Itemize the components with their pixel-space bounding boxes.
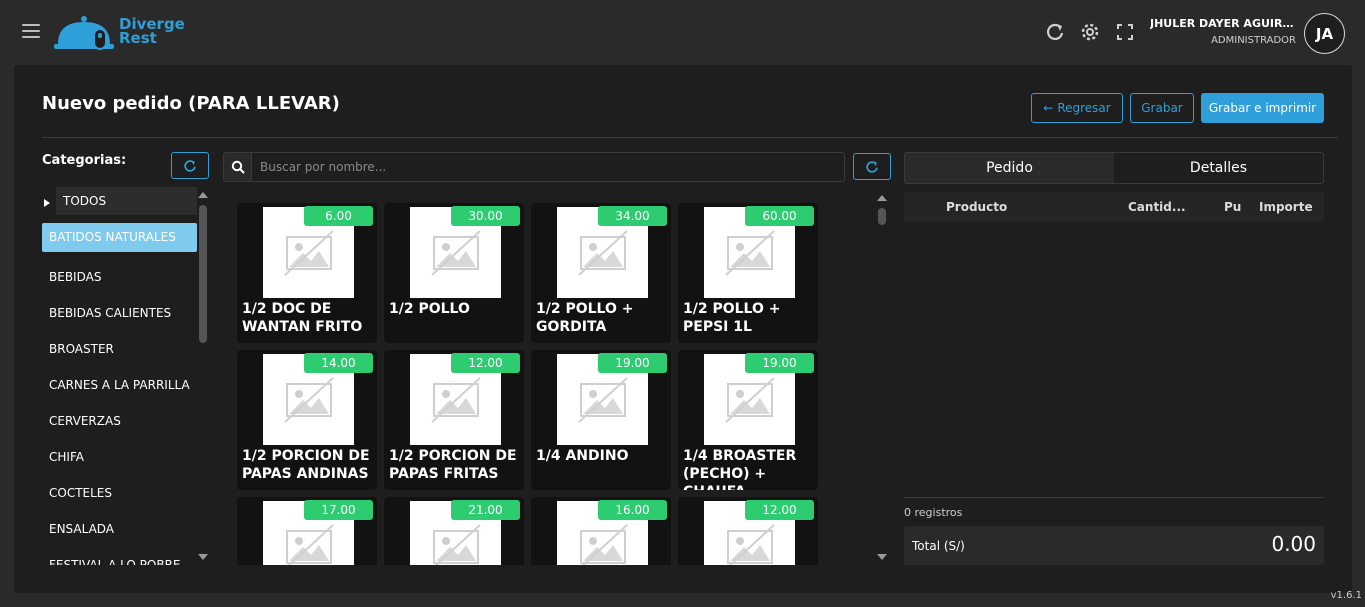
refresh-icon <box>866 160 878 173</box>
column-header[interactable]: Importe <box>1259 200 1313 214</box>
search-input[interactable] <box>252 160 832 174</box>
fullscreen-icon[interactable] <box>1115 22 1135 42</box>
cloche-logo-icon <box>54 16 114 50</box>
product-card[interactable]: 12.00 <box>678 497 818 565</box>
scroll-up-icon[interactable] <box>198 192 208 198</box>
tab-details[interactable]: Detalles <box>1114 153 1323 183</box>
total-bar: Total (S/) 0.00 <box>904 526 1324 565</box>
price-badge: 19.00 <box>598 353 667 373</box>
save-print-button[interactable]: Grabar e imprimir <box>1201 93 1324 123</box>
product-name: 1/2 POLLO + PEPSI 1L <box>683 301 781 335</box>
product-name: 1/2 POLLO + GORDITA <box>536 301 634 335</box>
price-badge: 21.00 <box>451 500 520 520</box>
product-card[interactable]: 6.00 1/2 DOC DE WANTAN FRITO <box>237 203 377 343</box>
category-item[interactable]: TODOS <box>56 187 197 215</box>
order-panel: Nuevo pedido (PARA LLEVAR) ← Regresar Gr… <box>14 65 1352 593</box>
search-box <box>223 152 845 182</box>
order-table-header: Producto Cantid... Pu Importe <box>904 192 1324 222</box>
divider <box>42 137 1338 138</box>
product-card[interactable]: 14.00 1/2 PORCION DE PAPAS ANDINAS <box>237 350 377 490</box>
scroll-thumb[interactable] <box>878 208 886 225</box>
logo-text: Diverge Rest <box>119 15 185 47</box>
user-name: JHULER DAYER AGUIRRE <box>1150 17 1295 30</box>
order-tabs: Pedido Detalles <box>904 152 1324 184</box>
category-item[interactable]: CHIFA <box>42 439 197 475</box>
product-card[interactable]: 12.00 1/2 PORCION DE PAPAS FRITAS <box>384 350 524 490</box>
price-badge: 30.00 <box>451 206 520 226</box>
product-card[interactable]: 16.00 <box>531 497 671 565</box>
price-badge: 6.00 <box>304 206 373 226</box>
categories-refresh-button[interactable] <box>171 152 209 179</box>
product-name: 1/2 POLLO <box>389 301 470 317</box>
price-badge: 60.00 <box>745 206 814 226</box>
price-badge: 14.00 <box>304 353 373 373</box>
back-button[interactable]: ← Regresar <box>1031 93 1123 123</box>
product-name: 1/4 BROASTER (PECHO) + CHAUFA <box>683 448 797 490</box>
category-item[interactable]: CARNES A LA PARRILLA <box>42 367 197 403</box>
products-scrollbar[interactable] <box>876 193 888 565</box>
price-badge: 17.00 <box>304 500 373 520</box>
product-name: 1/2 DOC DE WANTAN FRITO <box>242 301 363 335</box>
product-name: 1/2 PORCION DE PAPAS FRITAS <box>389 448 517 482</box>
refresh-icon <box>184 159 196 172</box>
logo[interactable]: Diverge Rest <box>54 14 194 52</box>
product-card[interactable]: 19.00 1/4 BROASTER (PECHO) + CHAUFA <box>678 350 818 490</box>
menu-icon[interactable] <box>22 24 40 40</box>
product-card[interactable]: 60.00 1/2 POLLO + PEPSI 1L <box>678 203 818 343</box>
product-card[interactable]: 34.00 1/2 POLLO + GORDITA <box>531 203 671 343</box>
category-item[interactable]: CERVERZAS <box>42 403 197 439</box>
divider <box>904 497 1324 498</box>
product-name: 1/4 ANDINO <box>536 448 629 464</box>
refresh-icon[interactable] <box>1045 22 1065 42</box>
products-refresh-button[interactable] <box>853 153 891 180</box>
total-value: 0.00 <box>1271 532 1316 556</box>
price-badge: 12.00 <box>745 500 814 520</box>
category-item[interactable]: BROASTER <box>42 331 197 367</box>
product-card[interactable]: 30.00 1/2 POLLO <box>384 203 524 343</box>
version-label: v1.6.1 <box>1330 590 1362 601</box>
user-role: ADMINISTRADOR <box>1211 35 1296 46</box>
product-card[interactable]: 19.00 1/4 ANDINO <box>531 350 671 490</box>
top-bar: Diverge Rest JHULER DAYER AGUIRRE ADMINI… <box>0 0 1365 64</box>
product-card[interactable]: 17.00 <box>237 497 377 565</box>
category-item[interactable]: BATIDOS NATURALES <box>42 223 197 252</box>
price-badge: 12.00 <box>451 353 520 373</box>
scroll-down-icon[interactable] <box>877 554 887 560</box>
column-header[interactable]: Producto <box>946 200 1007 214</box>
product-name: 1/2 PORCION DE PAPAS ANDINAS <box>242 448 370 482</box>
page-title: Nuevo pedido (PARA LLEVAR) <box>42 93 340 114</box>
category-item[interactable]: ENSALADA <box>42 511 197 547</box>
save-button[interactable]: Grabar <box>1130 93 1194 123</box>
scroll-thumb[interactable] <box>199 205 207 343</box>
price-badge: 16.00 <box>598 500 667 520</box>
column-header[interactable]: Pu <box>1224 200 1241 214</box>
product-card[interactable]: 21.00 <box>384 497 524 565</box>
categories-label: Categorias: <box>42 153 127 168</box>
category-scrollbar[interactable] <box>197 190 209 565</box>
total-label: Total (S/) <box>912 539 965 553</box>
gear-icon[interactable] <box>1080 22 1100 42</box>
arrow-left-icon: ← <box>1043 101 1054 115</box>
column-header[interactable]: Cantid... <box>1128 200 1186 214</box>
price-badge: 19.00 <box>745 353 814 373</box>
price-badge: 34.00 <box>598 206 667 226</box>
category-item[interactable]: FESTIVAL A LO POBRE <box>42 547 197 565</box>
tab-order[interactable]: Pedido <box>905 153 1114 183</box>
scroll-down-icon[interactable] <box>198 554 208 560</box>
category-list: TODOS BATIDOS NATURALES BEBIDAS BEBIDAS … <box>42 187 197 565</box>
scroll-up-icon[interactable] <box>877 195 887 201</box>
product-grid: 6.00 1/2 DOC DE WANTAN FRITO 30.00 1/2 POLL… <box>237 203 877 565</box>
avatar[interactable]: JA <box>1304 13 1345 54</box>
category-item[interactable]: BEBIDAS <box>42 259 197 295</box>
search-icon <box>224 153 252 181</box>
records-count: 0 registros <box>904 506 963 519</box>
category-item[interactable]: COCTELES <box>42 475 197 511</box>
category-item[interactable]: BEBIDAS CALIENTES <box>42 295 197 331</box>
